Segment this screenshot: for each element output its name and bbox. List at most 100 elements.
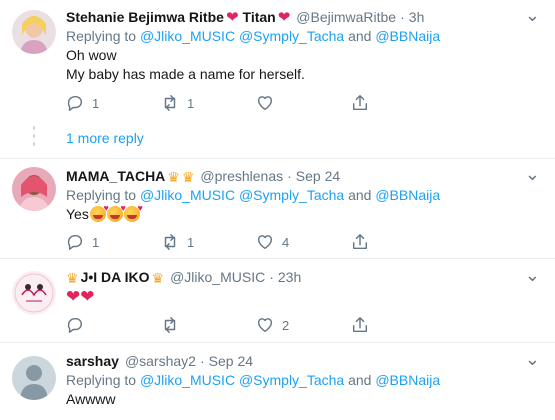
retweet-icon: [164, 234, 176, 250]
more-icon[interactable]: ⌄: [525, 165, 541, 183]
red-heart-icon: ❤: [80, 287, 95, 306]
replying-last-handle[interactable]: @BBNaija: [375, 187, 440, 203]
tweet[interactable]: Stehanie Bejimwa Ritbe ❤ Titan ❤ @Bejimw…: [0, 0, 555, 146]
tweet-text-line: My baby has made a name for herself.: [66, 66, 305, 82]
tweet-text-line: Oh wow: [66, 47, 117, 63]
red-heart-icon: ❤: [66, 287, 81, 306]
tweet-header: ♛ J•I DA IKO ♛ @Jliko_MUSIC · 23h ⌄: [66, 266, 541, 287]
replying-handles[interactable]: @Jliko_MUSIC @Symply_Tacha: [140, 187, 344, 203]
replying-handles[interactable]: @Jliko_MUSIC @Symply_Tacha: [140, 372, 344, 388]
crown-icon: ♛: [66, 269, 79, 286]
separator: ·: [400, 9, 405, 25]
like-button[interactable]: 4: [256, 232, 351, 252]
separator: ·: [269, 269, 274, 285]
replying-and: and: [348, 187, 372, 203]
replying-last-handle[interactable]: @BBNaija: [375, 28, 440, 44]
replying-last-handle[interactable]: @BBNaija: [375, 372, 440, 388]
smiling-face-with-hearts-icon: ♥: [123, 204, 143, 222]
more-icon[interactable]: ⌄: [525, 266, 541, 284]
smiling-face-with-hearts-icon: ♥: [89, 204, 109, 222]
reply-button[interactable]: 1: [66, 93, 161, 113]
tweet-text: Awwww: [66, 391, 116, 407]
share-icon: [352, 95, 368, 111]
tweet[interactable]: MAMA_TACHA ♛ ♛ @preshlenas · Sep 24 ⌄ Re…: [0, 159, 555, 257]
retweet-count: 1: [187, 234, 195, 250]
avatar[interactable]: [12, 10, 56, 54]
retweet-button[interactable]: 1: [161, 93, 256, 113]
separator: ·: [287, 168, 292, 184]
retweet-icon: [164, 95, 176, 111]
share-button[interactable]: [351, 93, 391, 113]
replying-to: Replying to @Jliko_MUSIC @Symply_Tacha a…: [66, 27, 541, 46]
smiling-face-with-hearts-icon: ♥: [106, 204, 126, 222]
timestamp[interactable]: Sep 24: [296, 167, 340, 186]
retweet-button[interactable]: [161, 315, 256, 335]
reply-count: 1: [92, 95, 100, 111]
replying-prefix: Replying to: [66, 28, 137, 44]
reply-icon: [67, 317, 82, 333]
reply-button[interactable]: [66, 315, 161, 335]
handle[interactable]: @BejimwaRitbe: [296, 8, 396, 27]
display-name[interactable]: Stehanie Bejimwa Ritbe: [66, 8, 224, 27]
avatar[interactable]: [12, 167, 56, 211]
display-name[interactable]: MAMA_TACHA: [66, 167, 165, 186]
tweet-text: Yes: [66, 206, 89, 222]
display-name-suffix[interactable]: Titan: [243, 8, 276, 27]
retweet-count: 1: [187, 95, 195, 111]
replying-prefix: Replying to: [66, 187, 137, 203]
red-heart-icon: ❤: [277, 9, 291, 26]
share-icon: [352, 317, 368, 333]
avatar[interactable]: [12, 356, 56, 400]
replying-to: Replying to @Jliko_MUSIC @Symply_Tacha a…: [66, 371, 541, 390]
tweet[interactable]: ♛ J•I DA IKO ♛ @Jliko_MUSIC · 23h ⌄ ❤❤ 2: [0, 259, 555, 341]
tweet[interactable]: sarshay @sarshay2 · Sep 24 ⌄ Replying to…: [0, 343, 555, 420]
handle[interactable]: @Jliko_MUSIC: [170, 268, 265, 287]
separator: ·: [199, 353, 205, 369]
share-button[interactable]: [351, 232, 391, 252]
tweet-text-line: ❤❤: [66, 287, 541, 306]
crown-icon: ♛: [181, 168, 195, 185]
timestamp[interactable]: 3h: [409, 8, 425, 27]
retweet-icon: [164, 317, 176, 333]
replying-and: and: [348, 28, 372, 44]
more-icon[interactable]: ⌄: [525, 6, 541, 24]
like-count: 4: [282, 234, 290, 250]
like-count: 2: [282, 317, 290, 333]
reply-button[interactable]: 1: [66, 232, 161, 252]
tweet-actions: 2: [66, 315, 396, 335]
replying-handles[interactable]: @Jliko_MUSIC @Symply_Tacha: [140, 28, 344, 44]
like-button[interactable]: [256, 93, 351, 113]
share-icon: [352, 234, 368, 250]
crown-icon: ♛: [151, 269, 165, 286]
reply-count: 1: [92, 234, 100, 250]
tweet-feed: Stehanie Bejimwa Ritbe ❤ Titan ❤ @Bejimw…: [0, 0, 555, 420]
like-icon: [257, 96, 273, 111]
reply-icon: [67, 95, 82, 111]
timestamp[interactable]: Sep 24: [209, 352, 253, 371]
like-icon: [257, 235, 273, 250]
tweet-header: Stehanie Bejimwa Ritbe ❤ Titan ❤ @Bejimw…: [66, 6, 541, 27]
tweet-actions: 1 1: [66, 93, 396, 113]
retweet-button[interactable]: 1: [161, 232, 256, 252]
share-button[interactable]: [351, 315, 391, 335]
handle[interactable]: @sarshay2: [125, 352, 196, 371]
display-name[interactable]: sarshay: [66, 352, 119, 371]
tweet-text-line: Yes ♥ ♥ ♥: [66, 204, 541, 224]
crown-icon: ♛: [167, 168, 180, 185]
thread-connector: [33, 126, 35, 150]
tweet-actions: 1 1 4: [66, 232, 396, 252]
tweet-header: MAMA_TACHA ♛ ♛ @preshlenas · Sep 24 ⌄: [66, 165, 541, 186]
more-replies-link[interactable]: 1 more reply: [66, 130, 144, 146]
avatar[interactable]: [12, 271, 56, 315]
handle[interactable]: @preshlenas: [200, 167, 283, 186]
replying-prefix: Replying to: [66, 372, 137, 388]
timestamp[interactable]: 23h: [278, 268, 301, 287]
display-name[interactable]: J•I DA IKO: [81, 268, 150, 287]
more-icon[interactable]: ⌄: [525, 350, 541, 368]
red-heart-icon: ❤: [225, 9, 239, 26]
reply-icon: [67, 234, 82, 250]
replying-and: and: [348, 372, 372, 388]
tweet-header: sarshay @sarshay2 · Sep 24 ⌄: [66, 350, 541, 371]
like-button[interactable]: 2: [256, 315, 351, 335]
like-icon: [257, 318, 273, 333]
